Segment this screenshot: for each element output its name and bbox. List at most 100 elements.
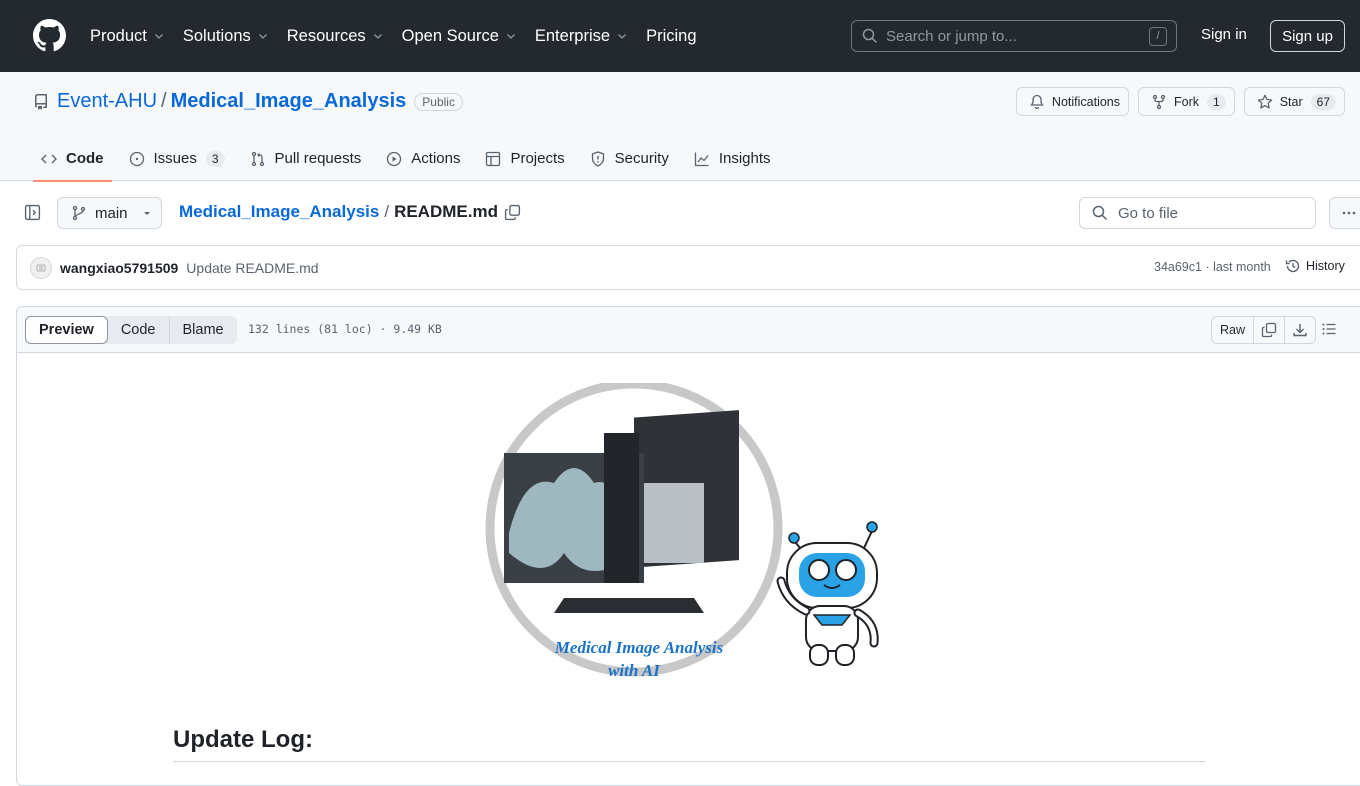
table-icon: [486, 151, 501, 166]
code-tab[interactable]: Code: [108, 316, 169, 344]
tab-label: Issues: [153, 150, 197, 167]
repo-separator: /: [161, 90, 167, 112]
repo-header: Event-AHU / Medical_Image_Analysis Publi…: [0, 72, 1360, 182]
latest-commit-box: wangxiao5791509 Update README.md 34a69c1…: [16, 245, 1360, 290]
copy-path-icon[interactable]: [504, 204, 521, 221]
tab-issues[interactable]: Issues 3: [121, 136, 233, 181]
top-nav: Product Solutions Resources Open Source …: [90, 0, 715, 72]
blame-tab[interactable]: Blame: [168, 316, 237, 344]
notifications-label: Notifications: [1051, 94, 1121, 109]
chevron-down-icon: [258, 34, 267, 39]
nav-pricing[interactable]: Pricing: [646, 27, 696, 46]
copy-icon: [1261, 322, 1277, 338]
nav-resources[interactable]: Resources: [287, 27, 384, 46]
nav-open-source[interactable]: Open Source: [402, 27, 517, 46]
sign-up-button[interactable]: Sign up: [1270, 20, 1345, 52]
nav-label: Product: [90, 26, 147, 45]
nav-label: Pricing: [646, 26, 697, 45]
visibility-badge: Public: [414, 92, 463, 111]
issues-count: 3: [205, 150, 225, 167]
repo-nav: Code Issues 3 Pull requests Actions Proj…: [33, 136, 788, 182]
star-count: 67: [1310, 93, 1336, 110]
commit-author-link[interactable]: wangxiao5791509: [60, 260, 178, 276]
caret-down-icon: [143, 212, 150, 215]
tab-label: Code: [66, 150, 104, 167]
preview-tab[interactable]: Preview: [25, 316, 108, 344]
fork-count: 1: [1207, 93, 1226, 110]
fork-icon: [1152, 94, 1166, 109]
breadcrumb-repo-link[interactable]: Medical_Image_Analysis: [179, 202, 379, 222]
breadcrumb-filename: README.md: [394, 202, 498, 221]
repo-name-link[interactable]: Medical_Image_Analysis: [171, 90, 407, 113]
nav-enterprise[interactable]: Enterprise: [535, 27, 628, 46]
notifications-button[interactable]: Notifications: [1015, 87, 1130, 116]
git-branch-icon: [72, 205, 86, 221]
tab-insights[interactable]: Insights: [686, 136, 779, 181]
sidebar-expand-icon[interactable]: [24, 204, 41, 221]
graph-icon: [694, 152, 709, 166]
pull-request-icon: [251, 151, 264, 166]
nav-label: Solutions: [182, 26, 251, 45]
code-icon: [41, 154, 57, 163]
tab-projects[interactable]: Projects: [477, 136, 572, 181]
repo-owner-link[interactable]: Event-AHU: [57, 90, 157, 113]
chevron-down-icon: [373, 34, 382, 39]
download-icon: [1293, 324, 1307, 337]
history-icon: [1285, 259, 1300, 273]
sign-in-link[interactable]: Sign in: [1201, 26, 1247, 43]
star-button[interactable]: Star 67: [1243, 87, 1345, 116]
chevron-down-icon: [154, 34, 163, 39]
nav-label: Enterprise: [534, 26, 611, 45]
go-to-file-input[interactable]: Go to file: [1079, 197, 1316, 229]
search-icon: [1092, 205, 1108, 221]
view-mode-toggle: Preview Code Blame: [25, 316, 237, 344]
tab-security[interactable]: Security: [582, 136, 677, 181]
tab-pull-requests[interactable]: Pull requests: [242, 136, 370, 181]
copy-raw-button[interactable]: [1253, 317, 1284, 343]
breadcrumb-separator: /: [384, 202, 390, 221]
tab-actions[interactable]: Actions: [378, 136, 468, 181]
banner-title-line1: Medical Image Analysis: [554, 638, 724, 657]
file-actions: Raw: [1211, 316, 1317, 344]
outline-list-icon[interactable]: [1321, 321, 1337, 337]
branch-selector[interactable]: main: [57, 197, 162, 229]
star-label: Star: [1279, 94, 1303, 109]
file-viewer-header: Preview Code Blame 132 lines (81 loc) · …: [17, 307, 1360, 353]
tab-label: Insights: [718, 150, 771, 167]
global-search-input[interactable]: Search or jump to... /: [851, 20, 1177, 52]
tab-label: Actions: [411, 150, 461, 167]
commit-sha-link[interactable]: 34a69c1: [1154, 260, 1202, 274]
history-button[interactable]: History: [1285, 258, 1345, 274]
user-avatar-icon: [36, 264, 46, 271]
heading-divider: [173, 761, 1205, 762]
download-button[interactable]: [1284, 317, 1315, 343]
github-logo-icon[interactable]: [33, 19, 66, 52]
robot-mascot: [776, 521, 879, 666]
repo-actions: Notifications Fork 1 Star 67: [1007, 87, 1345, 116]
shield-icon: [591, 150, 604, 167]
avatar[interactable]: [30, 256, 52, 279]
tab-label: Security: [614, 150, 669, 167]
fork-button[interactable]: Fork 1: [1138, 87, 1235, 116]
history-label: History: [1306, 259, 1345, 273]
commit-meta: 34a69c1 · last month: [1154, 260, 1271, 274]
keyboard-shortcut-badge: /: [1149, 27, 1167, 46]
more-options-button[interactable]: [1329, 197, 1360, 229]
nav-product[interactable]: Product: [90, 27, 165, 46]
chevron-down-icon: [506, 34, 515, 39]
nav-solutions[interactable]: Solutions: [183, 27, 269, 46]
commit-time: last month: [1213, 260, 1271, 274]
commit-message-link[interactable]: Update README.md: [186, 260, 318, 276]
readme-heading-update-log: Update Log:: [173, 726, 313, 753]
raw-button[interactable]: Raw: [1212, 317, 1253, 343]
repo-title: Event-AHU / Medical_Image_Analysis Publi…: [33, 90, 463, 113]
star-icon: [1257, 94, 1272, 109]
readme-banner-image: Medical Image Analysis with AI: [485, 383, 879, 680]
branch-name: main: [95, 204, 128, 222]
kebab-horizontal-icon: [1342, 211, 1356, 215]
global-header: Product Solutions Resources Open Source …: [0, 0, 1360, 72]
tab-code[interactable]: Code: [33, 136, 112, 182]
tab-label: Pull requests: [274, 150, 362, 167]
bell-icon: [1030, 94, 1044, 109]
fork-label: Fork: [1174, 94, 1200, 109]
